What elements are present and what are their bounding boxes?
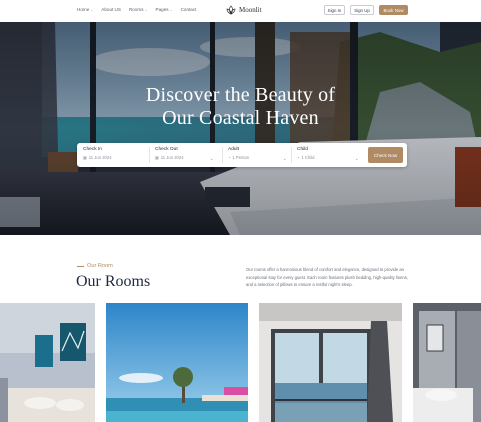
room-card[interactable] [106,303,248,422]
child-value: 1 Child [301,155,315,160]
rooms-section-description: Our rooms offer a harmonious blend of co… [246,267,409,288]
site-logo[interactable]: Moonlit [226,5,262,15]
nav-link-contact[interactable]: Contact [181,7,197,12]
hero-title-line-1: Discover the Beauty of [145,84,336,106]
child-field[interactable]: Child ◔ 1 Child [297,147,357,164]
hero-section: Discover the Beauty of Our Coastal Haven [0,22,481,235]
room-card[interactable] [0,303,95,422]
section-eyebrow: Our Room [77,263,113,269]
book-now-button[interactable]: Book Now [379,5,408,15]
adult-value: 1 Person [232,155,250,160]
person-icon: ◔ [297,155,300,160]
field-divider [222,147,223,163]
chevron-down-icon: ⌄ [144,7,148,12]
booking-form: Check In ▦ 11 Jun 2024 Check Out ▦ 11 Ju… [77,143,407,167]
logo-text: Moonlit [239,6,262,14]
room-image [106,303,248,422]
eyebrow-text: Our Room [87,263,113,269]
adult-label: Adult [228,147,239,152]
check-in-label: Check In [83,147,102,152]
sign-in-button[interactable]: Sign In [324,5,345,15]
nav-link-about[interactable]: About US [101,7,121,12]
adult-field[interactable]: Adult ◔ 1 Person [228,147,288,164]
field-divider [291,147,292,163]
eyebrow-line [77,265,84,267]
nav-link-pages[interactable]: Pages ⌄ [156,7,173,12]
calendar-icon: ▦ [83,155,87,160]
sign-up-button[interactable]: Sign Up [350,5,374,15]
check-in-value: 11 Jun 2024 [88,155,112,160]
room-card[interactable] [259,303,402,422]
field-divider [149,147,150,163]
nav-link-home[interactable]: Home ⌄ [77,7,93,12]
rooms-section-title: Our Rooms [76,273,151,290]
nav-link-label: Pages [155,7,169,12]
nav-link-rooms[interactable]: Rooms ⌄ [129,7,148,12]
nav-link-label: About US [101,7,121,12]
hero-title-line-2: Our Coastal Haven [162,107,319,129]
room-image [0,303,95,422]
nav-link-label: Contact [180,7,197,12]
room-image [259,303,402,422]
child-label: Child [297,147,308,152]
chevron-down-icon: ⌄ [169,7,173,12]
nav-links: Home ⌄ About US Rooms ⌄ Pages ⌄ Contact [77,7,196,12]
top-navbar: Home ⌄ About US Rooms ⌄ Pages ⌄ Contact … [0,0,481,22]
calendar-icon: ▦ [155,155,159,160]
chevron-down-icon[interactable]: ⌄ [210,156,213,161]
hero-title: Discover the Beauty of Our Coastal Haven [0,84,481,130]
check-out-field[interactable]: Check Out ▦ 11 Jun 2024 [155,147,217,164]
nav-link-label: Home [77,7,90,12]
check-now-button[interactable]: Check Now [368,147,403,163]
check-out-label: Check Out [155,147,178,152]
leaf-logo-icon [226,5,236,15]
chevron-down-icon: ⌄ [90,7,94,12]
check-in-field[interactable]: Check In ▦ 11 Jun 2024 [83,147,145,164]
nav-link-label: Rooms [128,7,144,12]
room-card[interactable] [413,303,481,422]
chevron-down-icon[interactable]: ⌄ [355,156,358,161]
person-icon: ◔ [228,155,231,160]
check-out-value: 11 Jun 2024 [160,155,184,160]
chevron-down-icon[interactable]: ⌄ [283,156,286,161]
room-image [413,303,481,422]
